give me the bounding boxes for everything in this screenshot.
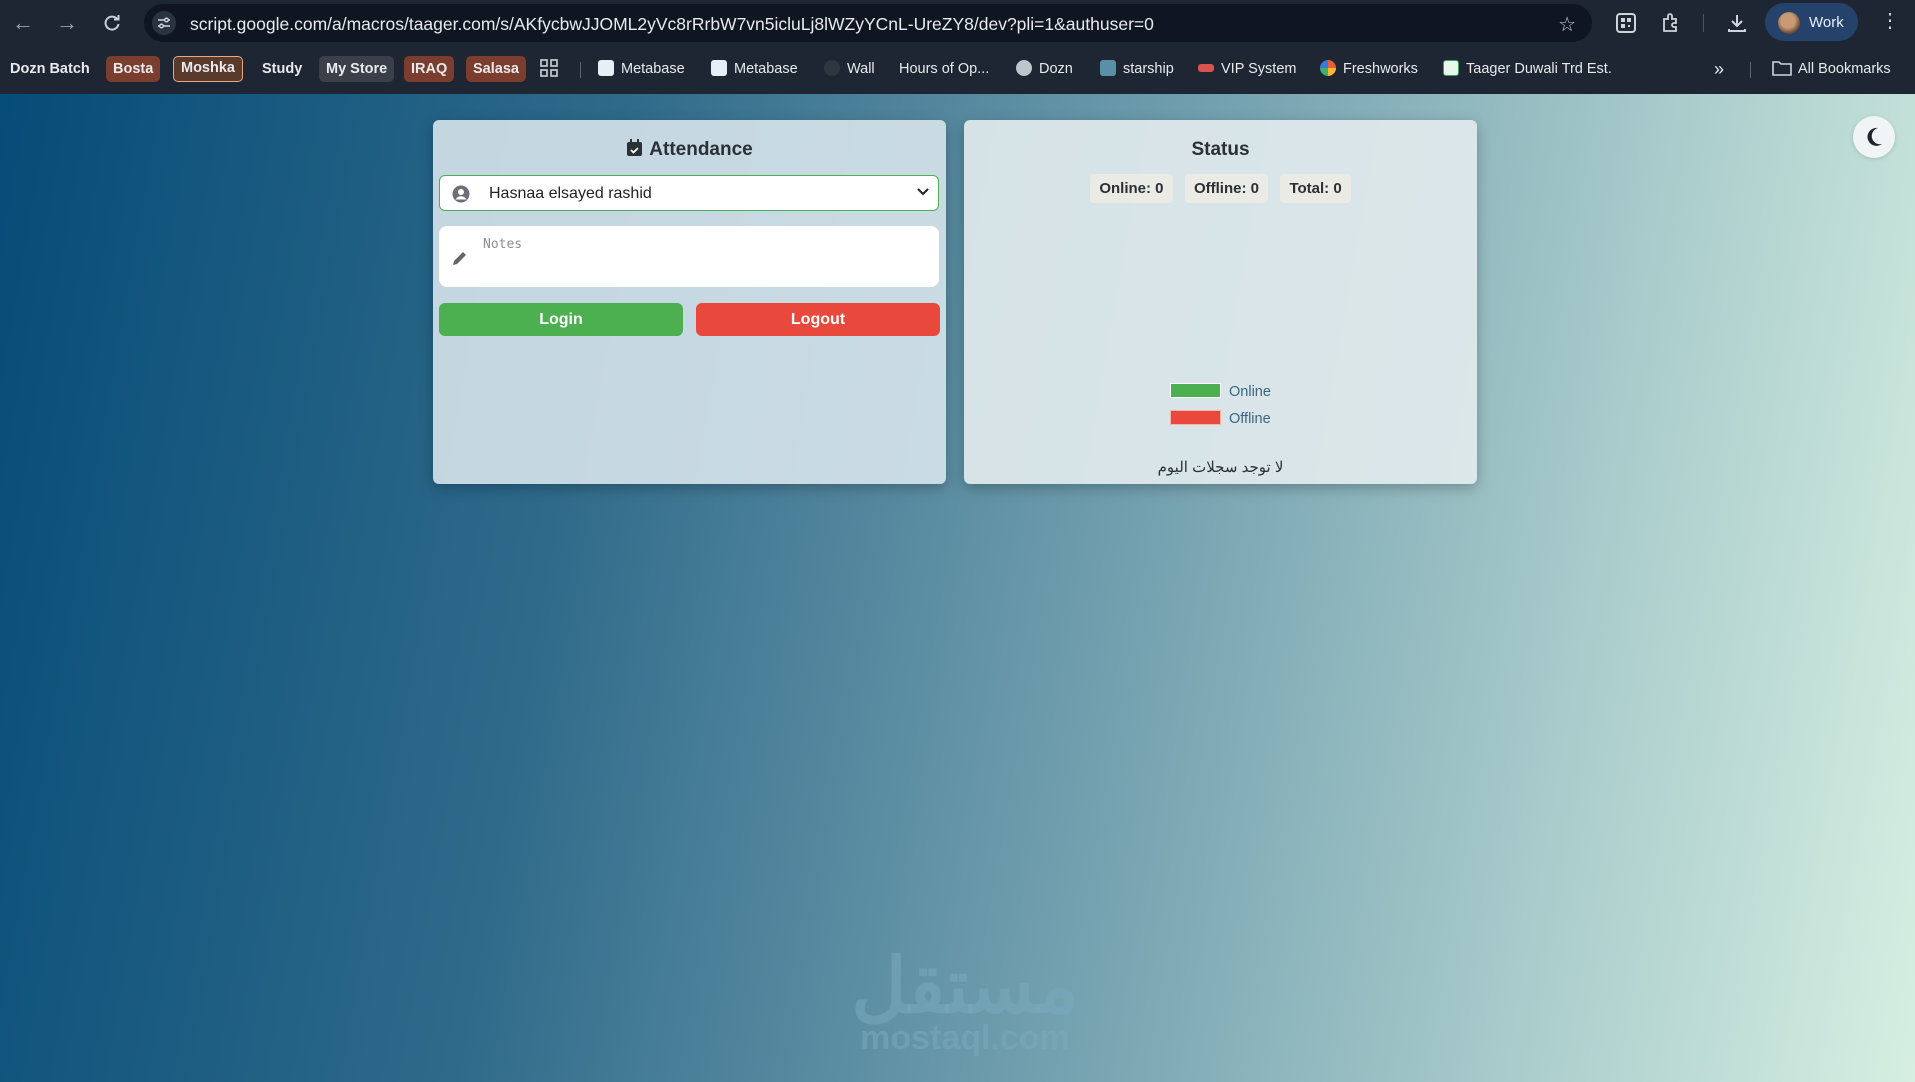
chevron-down-icon [917,188,929,196]
apps-grid-icon[interactable] [540,56,558,82]
bookmark-freshworks[interactable]: Freshworks [1320,56,1418,82]
browser-menu-icon[interactable]: ⋮ [1880,11,1900,31]
url-text[interactable]: script.google.com/a/macros/taager.com/s/… [190,14,1154,35]
globe-icon [1016,60,1032,76]
bookmark-label: Wall [847,61,875,77]
profile-button[interactable]: Work [1765,3,1858,41]
bookmark-label: VIP System [1221,61,1297,77]
bookmark-metabase-1[interactable]: Metabase [598,56,685,82]
bookmark-dozn[interactable]: Dozn [1016,56,1073,82]
watermark-latin: mostaql.com [860,1019,1070,1057]
online-count: Online: 0 [1090,174,1173,203]
wall-icon [824,60,840,76]
bookmark-salasa[interactable]: Salasa [466,56,526,82]
mostaql-watermark: مستقل mostaql.com [820,944,1110,1057]
attendance-title: Attendance [433,139,946,161]
avatar [1778,12,1800,34]
folder-icon [1772,61,1792,76]
offline-count: Offline: 0 [1184,174,1268,203]
attendance-card: Attendance Hasnaa elsayed rashid Notes L… [433,120,946,484]
qr-code-icon[interactable] [1614,11,1638,35]
bookmark-label: starship [1123,61,1174,77]
legend-online-label: Online [1229,384,1271,400]
bookmark-label: Metabase [621,61,685,77]
back-icon[interactable]: ← [10,10,36,36]
logout-button[interactable]: Logout [696,303,940,336]
notes-field[interactable]: Notes [439,226,939,287]
bookmark-taager-duwali[interactable]: Taager Duwali Trd Est. [1443,56,1612,82]
user-select[interactable]: Hasnaa elsayed rashid [439,175,939,211]
selected-user: Hasnaa elsayed rashid [489,185,652,202]
chart-legend: Online Offline [1170,383,1271,437]
download-icon[interactable] [1725,11,1749,35]
dark-mode-toggle[interactable] [1853,116,1895,158]
legend-offline-label: Offline [1229,411,1271,427]
forward-icon[interactable]: → [54,10,80,36]
user-icon [452,185,470,203]
bookmark-label: Taager Duwali Trd Est. [1466,61,1612,77]
profile-label: Work [1809,14,1844,31]
watermark-arabic: مستقل [851,944,1079,1029]
status-title: Status [1191,139,1250,160]
browser-toolbar: ← → script.google.com/a/macros/taager.co… [0,0,1915,46]
bookmark-my-store[interactable]: My Store [319,56,395,82]
address-bar[interactable]: script.google.com/a/macros/taager.com/s/… [144,4,1592,42]
bookmark-label: Metabase [734,61,798,77]
metabase-icon [598,60,614,76]
bookmark-dozn-batch[interactable]: Dozn Batch [10,56,90,82]
all-bookmarks-label: All Bookmarks [1798,61,1891,77]
attendance-title-text: Attendance [649,139,753,160]
vip-icon [1198,64,1214,72]
online-swatch [1170,383,1221,398]
starship-icon [1100,60,1116,76]
bookmark-bosta[interactable]: Bosta [106,56,161,82]
status-counters: Online: 0 Offline: 0 Total: 0 [964,174,1477,203]
pencil-icon [453,252,466,265]
status-card: Status Online: 0 Offline: 0 Total: 0 Onl… [964,120,1477,484]
metabase-icon [711,60,727,76]
toolbar-divider [1703,14,1704,32]
all-bookmarks-button[interactable]: All Bookmarks [1772,56,1891,82]
extensions-icon[interactable] [1659,11,1683,35]
offline-swatch [1170,410,1221,425]
bookmarks-divider [1750,62,1751,78]
bookmark-hours-of-operation[interactable]: Hours of Op... [899,56,989,82]
bookmark-wall[interactable]: Wall [824,56,875,82]
bookmarks-divider [580,62,581,78]
notes-placeholder: Notes [483,237,523,252]
bookmarks-overflow-icon[interactable]: » [1714,56,1724,82]
bookmark-label: Freshworks [1343,61,1418,77]
no-records-message: لا توجد سجلات اليوم [1157,459,1284,476]
site-info-icon[interactable] [152,11,176,35]
login-button[interactable]: Login [439,303,683,336]
taager-icon [1443,60,1459,76]
legend-offline[interactable]: Offline [1170,410,1271,437]
moon-icon [1867,127,1882,146]
legend-online[interactable]: Online [1170,383,1271,410]
bookmark-vip-system[interactable]: VIP System [1198,56,1296,82]
bookmark-label: Dozn [1039,61,1073,77]
total-count: Total: 0 [1280,174,1351,203]
reload-icon[interactable] [99,10,125,36]
bookmark-iraq[interactable]: IRAQ [404,56,455,82]
page-background: Attendance Hasnaa elsayed rashid Notes L… [0,94,1915,1082]
bookmark-star-icon[interactable]: ☆ [1558,12,1576,37]
bookmark-metabase-2[interactable]: Metabase [711,56,798,82]
bookmarks-bar: Dozn Batch Bosta Moshka Study My Store I… [0,46,1915,94]
freshworks-icon [1320,60,1336,76]
calendar-icon [627,139,643,156]
bookmark-study[interactable]: Study [262,56,302,82]
bookmark-starship[interactable]: starship [1100,56,1174,82]
bookmark-moshka[interactable]: Moshka [173,56,243,82]
